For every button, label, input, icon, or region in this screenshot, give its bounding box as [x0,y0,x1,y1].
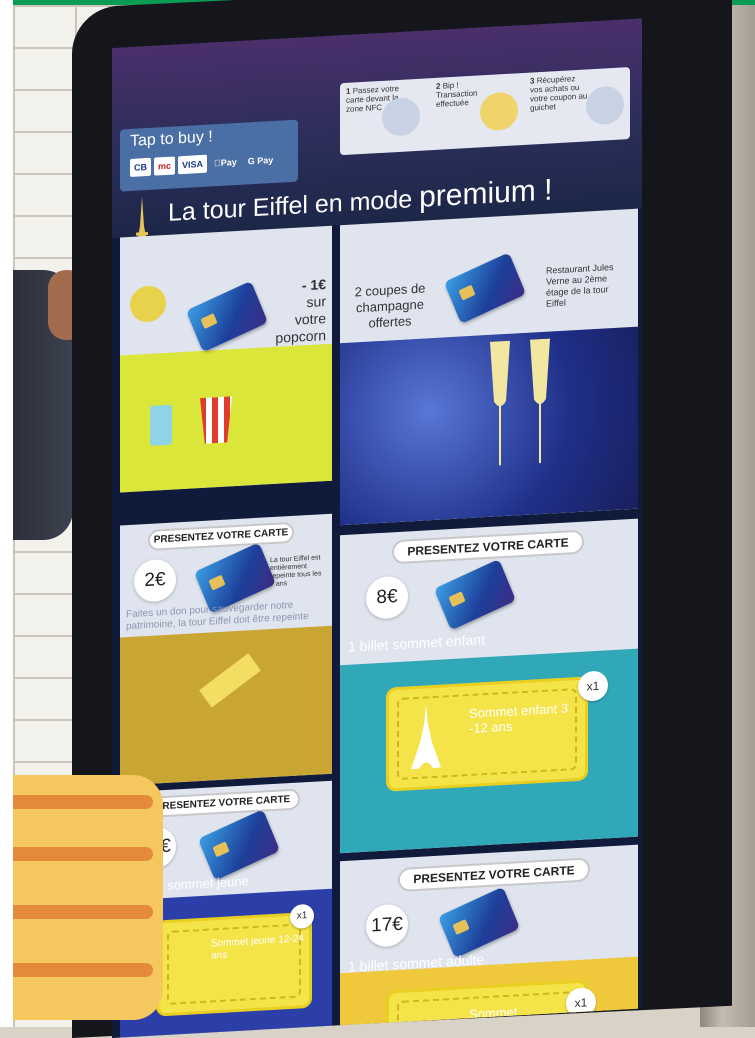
popcorn-emoji-overlay [13,775,163,1020]
cb-logo: CB [130,157,151,177]
ticket-label: Sommet adulte [469,1004,518,1038]
present-card-badge: PRESENTEZ VOTRE CARTE [398,857,590,893]
contactless-card-icon [433,558,517,631]
price-bubble: 2€ [134,558,176,603]
payment-logos: CB mc VISA Pay G Pay [130,151,277,177]
present-card-badge: PRESENTEZ VOTRE CARTE [392,529,584,565]
sound-icon [480,91,518,132]
apple-pay-logo: Pay [214,157,237,169]
eiffel-tower-icon [411,704,441,770]
paint-band [120,625,332,786]
contactless-card-icon [197,809,281,881]
champagne-glasses-icon [490,338,550,466]
bank-card-icon [185,280,269,353]
cup-icon [150,404,172,446]
mastercard-logo: mc [154,156,176,176]
product-donation[interactable]: PRESENTEZ VOTRE CARTE 2€ La tour Eiffel … [120,513,332,786]
restaurant-text: Restaurant Jules Verne au 2ème étage de … [546,261,614,309]
quantity-badge[interactable]: x1 [566,986,596,1019]
champagne-offer-text: 2 coupes de champagne offertes [354,280,426,331]
google-pay-logo: G Pay [241,155,274,167]
title-emphasis: premium ! [419,173,553,214]
nfc-card-icon [382,96,420,137]
tap-to-buy-label: Tap to buy ! [130,128,213,150]
popcorn-box-icon [200,396,232,444]
screen-header: 1 Passez votre carte devant la zone NFC … [112,18,642,308]
popcorn-offer-text: - 1€ sur votre popcorn [275,276,326,346]
repaint-note: La tour Eiffel est entièrement repeinte … [270,554,322,589]
contactless-card-icon [437,886,521,959]
price-bubble: 8€ [366,575,408,620]
payment-steps: 1 Passez votre carte devant la zone NFC … [340,67,630,156]
ticket-icon: Sommet enfant 3 -12 ans [386,676,588,792]
left-margin [0,0,13,1027]
step-3: 3 Récupérez vos achats ou votre coupon a… [530,74,588,113]
product-adult-ticket[interactable]: PRESENTEZ VOTRE CARTE 17€ 1 billet somme… [340,844,638,1038]
product-child-ticket[interactable]: PRESENTEZ VOTRE CARTE 8€ 1 billet sommet… [340,518,638,854]
price-bubble: 17€ [366,903,408,948]
present-card-badge: PRESENTEZ VOTRE CARTE [146,788,300,819]
receipt-icon [586,85,624,126]
offer-champagne[interactable]: 2 coupes de champagne offertes Restauran… [340,208,638,526]
tap-to-buy-box[interactable]: Tap to buy ! CB mc VISA Pay G Pay [120,119,298,192]
visa-logo: VISA [178,154,208,175]
ticket-icon: Sommet jeune 12-24 ans [156,911,312,1017]
kiosk-screen: 1 Passez votre carte devant la zone NFC … [112,18,642,1038]
present-card-badge: PRESENTEZ VOTRE CARTE [148,521,294,551]
bank-card-icon [443,252,527,324]
coin-icon [130,284,166,323]
offer-popcorn[interactable]: - 1€ sur votre popcorn [120,225,332,493]
child-ticket-desc: 1 billet sommet enfant [348,631,485,655]
ticket-icon: Sommet adulte [386,979,588,1038]
